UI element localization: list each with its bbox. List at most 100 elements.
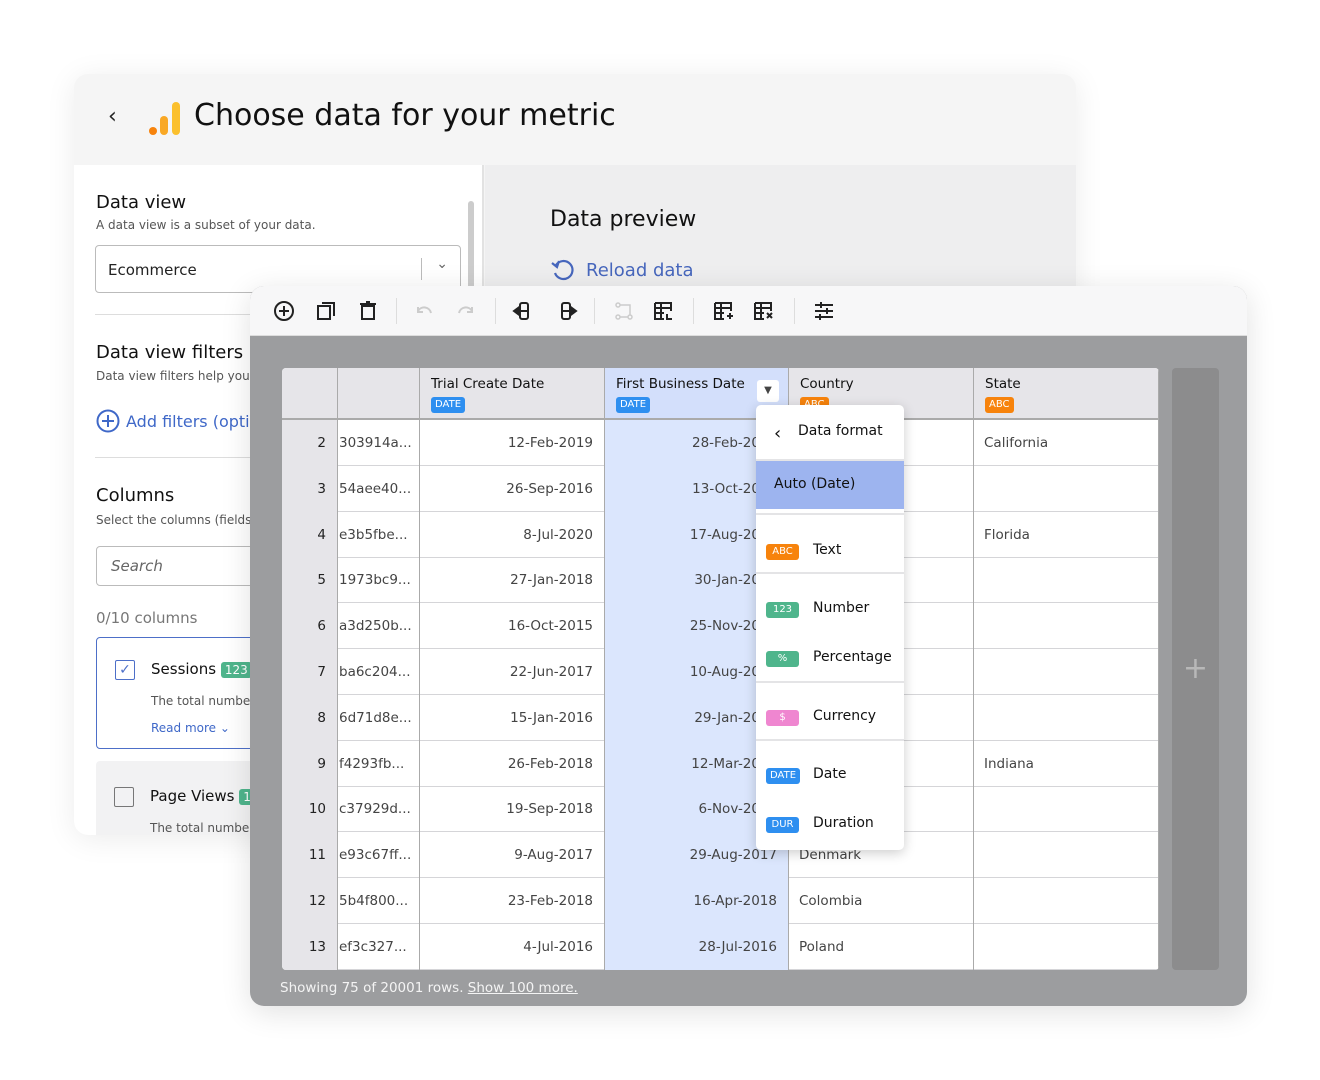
table-cell[interactable]: 16-Oct-2015	[420, 603, 605, 650]
row-number[interactable]: 10	[282, 786, 338, 833]
undo-icon[interactable]	[412, 299, 436, 323]
table-cell[interactable]: 6d71d8e...	[338, 694, 420, 741]
duplicate-icon[interactable]	[314, 299, 338, 323]
chevron-left-icon[interactable]: ‹	[108, 104, 117, 129]
table-cell[interactable]: 1973bc9...	[338, 557, 420, 604]
table-cell[interactable]: 22-Jun-2017	[420, 649, 605, 695]
table-cell[interactable]: Indiana	[974, 740, 1159, 787]
table-cell[interactable]: 19-Sep-2018	[420, 786, 605, 833]
table-row: 7 ba6c204... 22-Jun-2017 10-Aug-20	[282, 649, 1159, 695]
table-cell[interactable]	[974, 694, 1159, 741]
column-header[interactable]: Trial Create Date DATE	[420, 368, 605, 420]
table-move-icon[interactable]	[652, 299, 676, 323]
add-filters-label: Add filters (optic	[126, 412, 259, 431]
table-cell[interactable]	[974, 832, 1159, 879]
row-number[interactable]: 7	[282, 649, 338, 695]
menu-item-text[interactable]: ABC Text	[756, 542, 904, 564]
row-number[interactable]: 11	[282, 832, 338, 879]
type-badge: DATE	[431, 397, 466, 413]
table-cell[interactable]: 23-Feb-2018	[420, 878, 605, 924]
menu-item-number[interactable]: 123 Number	[756, 600, 904, 622]
read-more-link[interactable]: Read more ⌄	[151, 721, 230, 735]
checkbox-checked[interactable]: ✓	[115, 660, 135, 680]
column-header	[338, 368, 420, 420]
table-cell[interactable]: Colombia	[789, 878, 974, 924]
chevron-down-icon: ⌄	[436, 256, 448, 272]
table-cell[interactable]: ba6c204...	[338, 649, 420, 695]
number-badge: 123	[220, 662, 252, 678]
table-cell[interactable]: 27-Jan-2018	[420, 557, 605, 604]
settings-sliders-icon[interactable]	[812, 299, 836, 323]
table-cell[interactable]: 9-Aug-2017	[420, 832, 605, 879]
table-cell[interactable]: 303914a...	[338, 420, 420, 466]
add-circle-icon[interactable]	[272, 299, 296, 323]
table-cell[interactable]: e3b5fbe...	[338, 511, 420, 558]
table-cell[interactable]	[974, 786, 1159, 833]
table-cell[interactable]: Poland	[789, 923, 974, 970]
row-number[interactable]: 4	[282, 511, 338, 558]
menu-item-percentage[interactable]: % Percentage	[756, 649, 904, 671]
table-cell[interactable]: 54aee40...	[338, 465, 420, 512]
table-cell[interactable]: e93c67ff...	[338, 832, 420, 879]
table-cell[interactable]	[974, 649, 1159, 695]
reload-data-button[interactable]: Reload data	[550, 257, 694, 281]
table-cell[interactable]: ef3c327...	[338, 923, 420, 970]
table-cell[interactable]	[974, 878, 1159, 924]
scrollbar[interactable]	[468, 201, 474, 291]
table-cell[interactable]: 26-Feb-2018	[420, 740, 605, 787]
insert-column-left-icon[interactable]	[510, 299, 534, 323]
redo-icon[interactable]	[454, 299, 478, 323]
add-column-button[interactable]: +	[1172, 368, 1219, 970]
table-cell[interactable]: 26-Sep-2016	[420, 465, 605, 512]
caret-down-icon[interactable]: ▼	[757, 380, 779, 402]
row-number[interactable]: 9	[282, 740, 338, 787]
menu-item-currency[interactable]: $ Currency	[756, 708, 904, 730]
menu-item-date[interactable]: DATE Date	[756, 766, 904, 788]
table-cell[interactable]: 15-Jan-2016	[420, 694, 605, 741]
link-icon[interactable]	[612, 299, 636, 323]
table-row: 9 f4293fb... 26-Feb-2018 12-Mar-20 Indiana	[282, 740, 1159, 787]
row-number[interactable]: 6	[282, 603, 338, 650]
menu-item-auto-date[interactable]: Auto (Date)	[756, 461, 904, 509]
table-cell[interactable]	[974, 603, 1159, 650]
row-number[interactable]: 8	[282, 694, 338, 741]
table-add-row-icon[interactable]	[712, 299, 736, 323]
table-cell[interactable]: California	[974, 420, 1159, 466]
table-cell[interactable]	[974, 557, 1159, 604]
table-cell[interactable]: a3d250b...	[338, 603, 420, 650]
add-filters-button[interactable]: Add filters (optic	[96, 409, 258, 433]
row-number[interactable]: 3	[282, 465, 338, 512]
row-number[interactable]: 12	[282, 878, 338, 924]
toolbar	[250, 286, 1247, 336]
table-cell[interactable]: 4-Jul-2016	[420, 923, 605, 970]
insert-column-right-icon[interactable]	[556, 299, 580, 323]
table-cell[interactable]: f4293fb...	[338, 740, 420, 787]
table-cell[interactable]: c37929d...	[338, 786, 420, 833]
row-number[interactable]: 2	[282, 420, 338, 466]
table-cell[interactable]: 8-Jul-2020	[420, 511, 605, 558]
table-cell[interactable]	[974, 465, 1159, 512]
column-header-label: Trial Create Date	[431, 376, 545, 392]
row-number[interactable]: 13	[282, 923, 338, 970]
table-cell[interactable]: Florida	[974, 511, 1159, 558]
show-more-link[interactable]: Show 100 more.	[468, 980, 578, 996]
table-cell[interactable]: 12-Feb-2019	[420, 420, 605, 466]
menu-item-duration[interactable]: DUR Duration	[756, 815, 904, 837]
table-cell[interactable]: 5b4f800...	[338, 878, 420, 924]
row-number[interactable]: 5	[282, 557, 338, 604]
table-delete-row-icon[interactable]	[752, 299, 776, 323]
filters-subtitle: Data view filters help you r	[96, 369, 259, 383]
column-header[interactable]: State ABC	[974, 368, 1159, 420]
checkbox[interactable]	[114, 787, 134, 807]
menu-title: Data format	[798, 423, 883, 439]
data-table: Trial Create Date DATE First Business Date…	[282, 368, 1159, 970]
menu-back-button[interactable]: ‹ Data format	[756, 423, 904, 445]
table-cell[interactable]: 28-Jul-2016	[605, 923, 789, 970]
table-cell[interactable]	[974, 923, 1159, 970]
column-header-label: Country	[800, 376, 854, 392]
delete-icon[interactable]	[356, 299, 380, 323]
table-row: 10 c37929d... 19-Sep-2018 6-Nov-20	[282, 786, 1159, 833]
menu-item-label: Currency	[813, 708, 877, 724]
table-cell[interactable]: 16-Apr-2018	[605, 878, 789, 924]
table-row: 6 a3d250b... 16-Oct-2015 25-Nov-20	[282, 603, 1159, 650]
